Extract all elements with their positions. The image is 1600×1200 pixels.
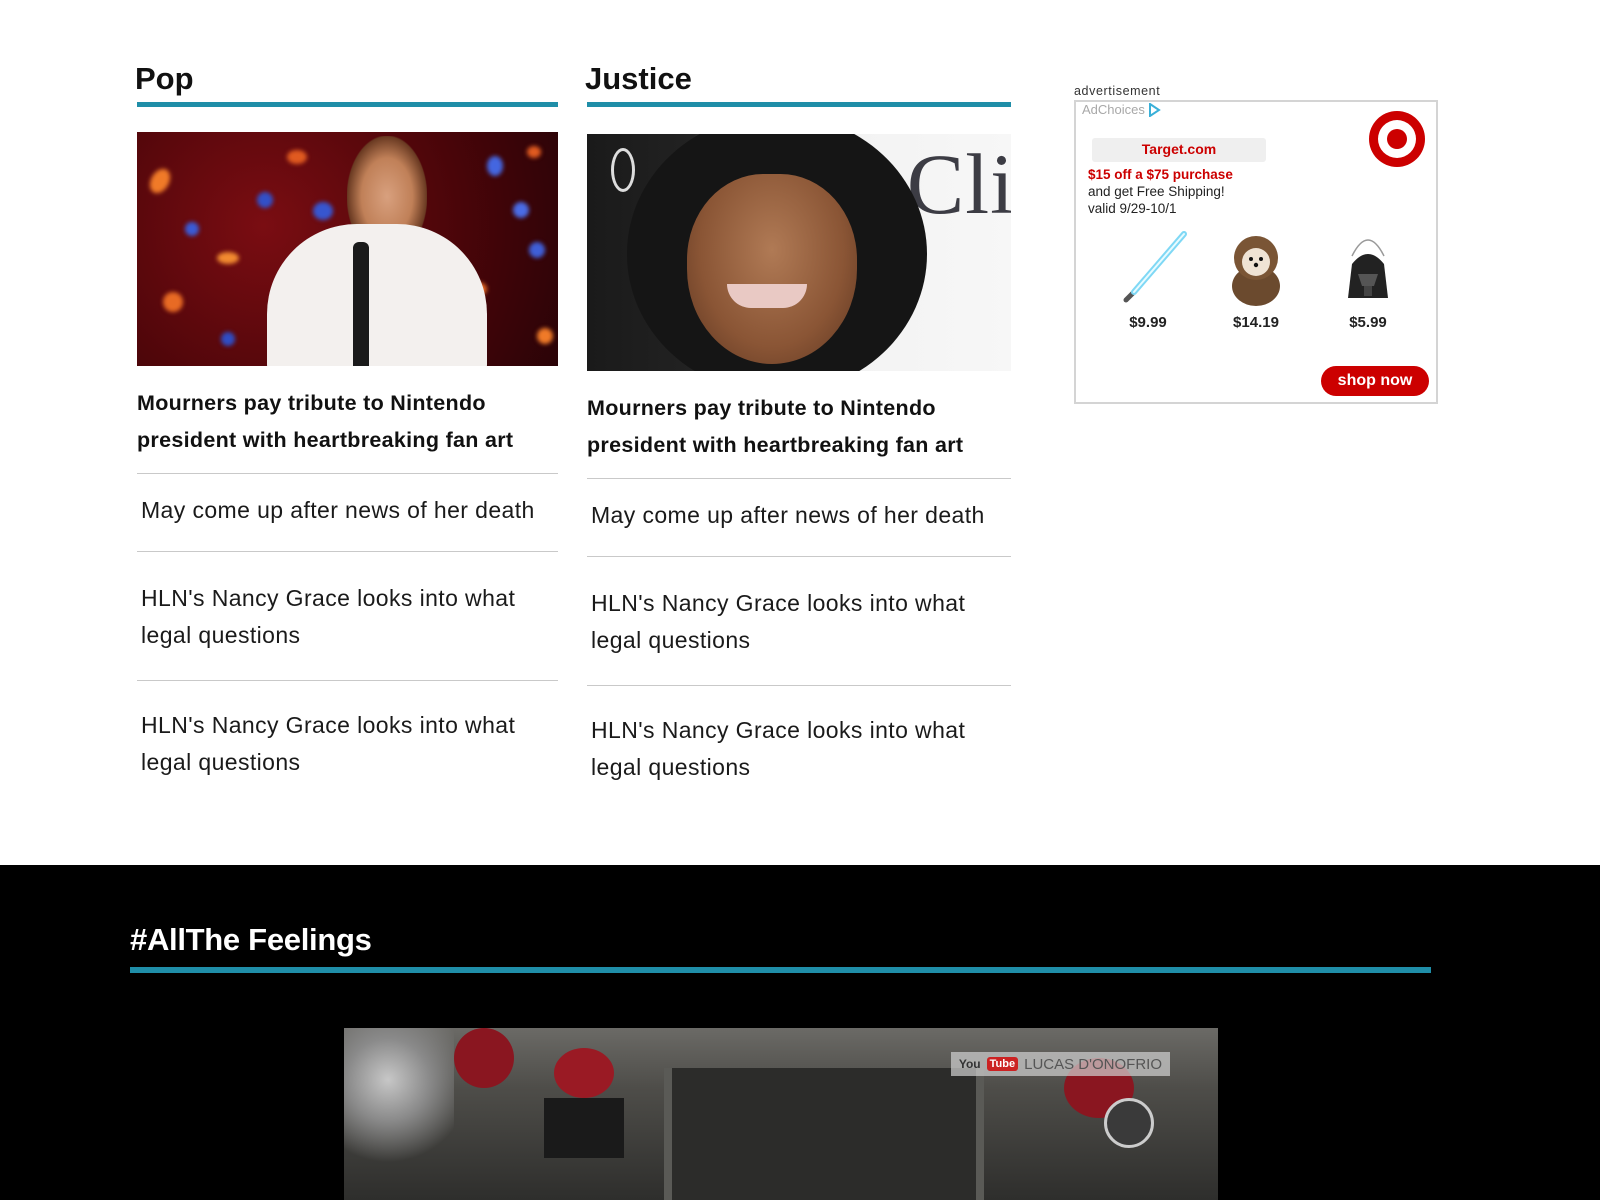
ad-product[interactable]: $9.99 [1098,230,1198,331]
list-item[interactable]: May come up after news of her death [587,478,1011,556]
pop-column: Pop Mourners pay tribute to Nintendo pre… [135,58,558,804]
section-rule [587,102,1011,107]
list-item[interactable]: HLN's Nancy Grace looks into what legal … [137,680,558,804]
ad-banner[interactable]: AdChoices Target.com $15 off a $75 purch… [1074,100,1438,404]
adchoices-icon [1148,102,1161,117]
pop-lead-image[interactable] [137,132,558,366]
ad-brand[interactable]: Target.com [1092,138,1266,162]
adchoices-link[interactable]: AdChoices [1082,102,1161,117]
justice-story-list: May come up after news of her death HLN'… [587,478,1011,809]
list-item[interactable]: HLN's Nancy Grace looks into what legal … [137,551,558,680]
video-channel-badge: You Tube LUCAS D'ONOFRIO [950,1052,1170,1076]
product-price: $5.99 [1349,314,1387,331]
section-rule [130,967,1431,973]
list-item[interactable]: May come up after news of her death [137,473,558,551]
section-title-feelings[interactable]: #AllThe Feelings [130,922,372,958]
product-price: $14.19 [1233,314,1279,331]
product-price: $9.99 [1129,314,1167,331]
ad-product[interactable]: $14.19 [1206,230,1306,331]
ewok-dog-costume-icon [1232,236,1280,306]
ad-label: advertisement [1074,84,1161,98]
video-player[interactable]: You Tube LUCAS D'ONOFRIO [344,1028,1218,1200]
lightsaber-icon [1123,231,1187,303]
section-title-justice[interactable]: Justice [585,58,1011,100]
list-item[interactable]: HLN's Nancy Grace looks into what legal … [587,556,1011,685]
section-rule [137,102,558,107]
ad-offer-line: and get Free Shipping! [1088,184,1225,199]
adchoices-label: AdChoices [1082,102,1145,117]
ad-offer: $15 off a $75 purchase and get Free Ship… [1088,166,1233,217]
ad-product[interactable]: $5.99 [1318,230,1418,331]
justice-column: Justice Cli Mourners pay tribute to Nint… [585,58,1011,809]
shop-now-button[interactable]: shop now [1321,366,1429,396]
list-item[interactable]: HLN's Nancy Grace looks into what legal … [587,685,1011,809]
ad-offer-line: valid 9/29-10/1 [1088,201,1177,216]
justice-lead-image[interactable]: Cli [587,134,1011,371]
pop-story-list: May come up after news of her death HLN'… [137,473,558,804]
section-title-pop[interactable]: Pop [135,58,558,100]
darth-vader-bucket-icon [1348,239,1388,298]
pop-lead-headline[interactable]: Mourners pay tribute to Nintendo preside… [137,385,558,459]
youtube-logo-you: You [958,1057,981,1071]
video-channel-name: LUCAS D'ONOFRIO [1024,1055,1162,1073]
youtube-logo-tube: Tube [986,1057,1019,1071]
target-logo-icon [1369,111,1425,167]
ad-offer-headline: $15 off a $75 purchase [1088,167,1233,182]
justice-lead-headline[interactable]: Mourners pay tribute to Nintendo preside… [587,390,1011,464]
